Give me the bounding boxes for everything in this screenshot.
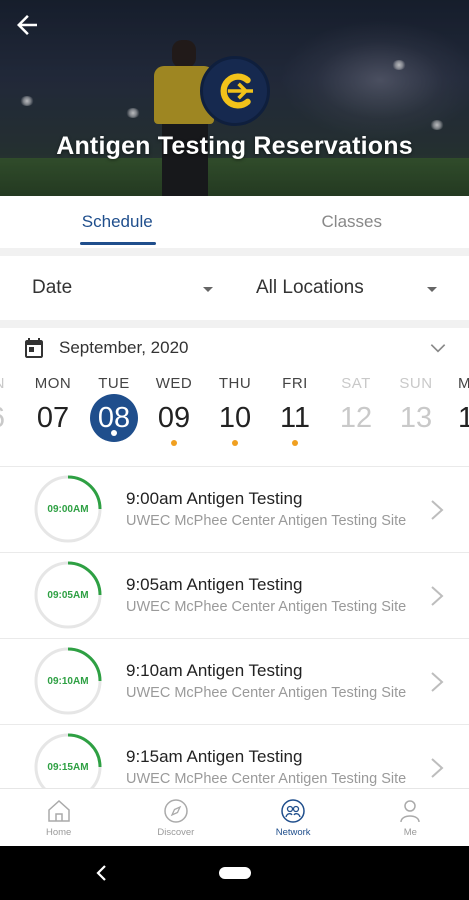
session-list: 09:00AM 9:00am Antigen Testing UWEC McPh…: [0, 466, 469, 810]
home-icon: [47, 799, 70, 822]
system-back-icon[interactable]: [95, 864, 109, 882]
page-title: Antigen Testing Reservations: [56, 132, 413, 160]
chevron-right-icon: [431, 672, 444, 692]
day-name: SUN: [399, 375, 433, 392]
list-item[interactable]: 09:00AM 9:00am Antigen Testing UWEC McPh…: [0, 466, 469, 552]
system-home-button[interactable]: [219, 867, 251, 879]
day-sun[interactable]: SUN 13: [386, 372, 446, 438]
event-dot: [232, 440, 238, 446]
day-number: 12: [339, 402, 373, 434]
university-c-logo: [220, 73, 253, 109]
nav-network[interactable]: Network: [235, 789, 352, 846]
system-navigation-bar: [0, 846, 469, 900]
day-number: 09: [157, 402, 191, 434]
university-logo: [200, 56, 270, 126]
nav-discover-label: Discover: [157, 827, 195, 838]
bottom-nav: Home Discover Network Me: [0, 788, 469, 846]
nav-discover[interactable]: Discover: [117, 789, 234, 846]
session-title: 9:15am Antigen Testing: [126, 747, 303, 766]
time-ring: 09:10AM: [33, 646, 103, 716]
person-icon: [400, 800, 421, 823]
day-mon[interactable]: MON 07: [23, 372, 83, 438]
nav-me[interactable]: Me: [352, 789, 469, 846]
chevron-right-icon: [431, 586, 444, 606]
list-item[interactable]: 09:10AM 9:10am Antigen Testing UWEC McPh…: [0, 638, 469, 724]
date-filter-dropdown[interactable]: Date: [32, 256, 216, 320]
day-name: SAT: [341, 375, 371, 392]
location-filter-label: All Locations: [256, 277, 364, 298]
month-label: September, 2020: [59, 338, 189, 357]
tab-bar: Schedule Classes: [0, 196, 469, 248]
session-location: UWEC McPhee Center Antigen Testing Site: [126, 771, 407, 787]
day-sat[interactable]: SAT 12: [326, 372, 386, 438]
active-tab-indicator: [80, 242, 156, 245]
day-number: 11: [279, 402, 311, 434]
day-tue[interactable]: TUE 08: [84, 372, 144, 442]
session-title: 9:00am Antigen Testing: [126, 489, 303, 508]
chevron-right-icon: [431, 758, 444, 778]
session-location: UWEC McPhee Center Antigen Testing Site: [126, 513, 407, 529]
day-number: 10: [218, 402, 252, 434]
day-name: WED: [155, 375, 193, 392]
time-badge: 09:00AM: [47, 503, 89, 515]
nav-network-label: Network: [275, 827, 311, 838]
day-fri[interactable]: FRI 11: [265, 372, 325, 446]
caret-down-icon: [427, 287, 437, 292]
event-dot: [111, 430, 117, 436]
time-badge: 09:05AM: [47, 589, 89, 601]
time-ring: 09:05AM: [33, 560, 103, 630]
tab-classes-label: Classes: [321, 212, 382, 231]
time-ring: 09:00AM: [33, 474, 103, 544]
day-partial-prev[interactable]: N 6: [0, 372, 5, 438]
nav-me-label: Me: [403, 827, 417, 838]
compass-icon: [164, 799, 188, 823]
day-name: MON: [34, 375, 72, 392]
month-selector[interactable]: September, 2020: [0, 328, 469, 370]
day-name: THU: [218, 375, 252, 392]
week-strip: N 6 MON 07 TUE 08 WED 09 THU 10 FRI 11 S…: [0, 372, 469, 464]
chevron-right-icon: [431, 500, 444, 520]
event-dot: [171, 440, 177, 446]
location-filter-dropdown[interactable]: All Locations: [256, 256, 440, 320]
tab-schedule-label: Schedule: [81, 212, 153, 231]
session-title: 9:05am Antigen Testing: [126, 575, 303, 594]
network-icon: [281, 799, 305, 823]
list-item[interactable]: 09:05AM 9:05am Antigen Testing UWEC McPh…: [0, 552, 469, 638]
date-filter-label: Date: [32, 277, 73, 298]
tab-schedule[interactable]: Schedule: [0, 196, 235, 248]
day-wed[interactable]: WED 09: [144, 372, 204, 446]
filter-bar: Date All Locations: [0, 256, 469, 320]
day-number: 07: [36, 402, 70, 434]
caret-down-icon: [203, 287, 213, 292]
day-name: FRI: [282, 375, 308, 392]
day-partial-next[interactable]: M 1: [458, 372, 469, 438]
divider: [0, 320, 469, 328]
day-thu[interactable]: THU 10: [205, 372, 265, 446]
arrow-left-icon: [17, 15, 37, 35]
calendar-icon: [25, 338, 43, 358]
tab-classes[interactable]: Classes: [235, 196, 469, 248]
day-number: 13: [399, 402, 433, 434]
session-location: UWEC McPhee Center Antigen Testing Site: [126, 685, 407, 701]
nav-home[interactable]: Home: [0, 789, 117, 846]
session-title: 9:10am Antigen Testing: [126, 661, 303, 680]
event-dot: [292, 440, 298, 446]
back-button[interactable]: [12, 10, 42, 40]
nav-home-label: Home: [45, 827, 72, 838]
day-name: TUE: [98, 375, 130, 392]
session-location: UWEC McPhee Center Antigen Testing Site: [126, 599, 407, 615]
chevron-down-icon[interactable]: [428, 338, 448, 358]
time-badge: 09:10AM: [47, 675, 89, 687]
divider: [0, 248, 469, 256]
